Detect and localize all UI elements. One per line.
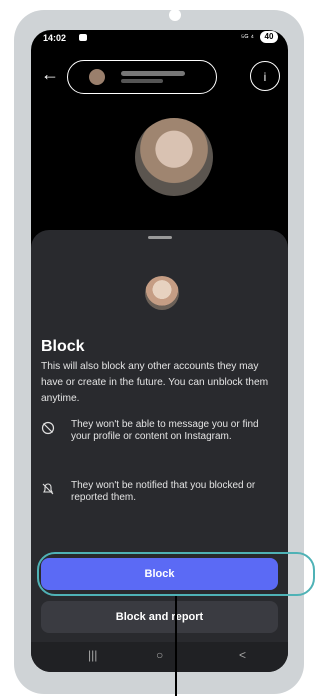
profile-chip[interactable]	[67, 60, 217, 94]
status-time: 14:02	[43, 33, 67, 43]
block-info-item: They won't be notified that you blocked …	[41, 480, 281, 510]
notification-icon	[79, 34, 87, 41]
no-message-icon	[41, 421, 59, 438]
chip-name-redacted	[121, 71, 185, 76]
block-info-text: They won't be notified that you blocked …	[71, 480, 256, 503]
block-info-text: They won't be able to message you or fin…	[71, 419, 259, 442]
block-button-highlight	[37, 552, 315, 596]
home-icon[interactable]: ○	[156, 648, 163, 662]
profile-picture	[135, 118, 213, 196]
sheet-handle[interactable]	[148, 236, 172, 239]
sheet-title: Block	[41, 338, 85, 356]
no-bell-icon	[41, 482, 59, 499]
camera-dot	[169, 9, 181, 21]
block-sheet: Block This will also block any other acc…	[31, 230, 288, 672]
signal-indicator: ⁵ᴳ ⁴	[241, 33, 254, 42]
sheet-avatar	[145, 276, 179, 310]
android-nav-bar: ||| ○ <	[31, 642, 288, 672]
back-arrow-icon[interactable]: ←	[41, 64, 59, 85]
info-icon[interactable]: i	[250, 61, 280, 91]
block-info-item: They won't be able to message you or fin…	[41, 419, 281, 459]
status-bar: 14:02 ⁵ᴳ ⁴ 40	[31, 30, 288, 46]
back-icon[interactable]: <	[239, 648, 246, 662]
top-bar: ← i	[31, 56, 288, 100]
block-and-report-button[interactable]: Block and report	[41, 601, 278, 633]
chip-avatar	[89, 69, 105, 85]
sheet-description: This will also block any other accounts …	[41, 361, 269, 404]
sheet-title-text: Block	[41, 338, 85, 355]
chip-sub-redacted	[121, 79, 163, 83]
battery-icon: 40	[260, 31, 278, 43]
recent-apps-icon[interactable]: |||	[88, 648, 97, 662]
callout-pointer-line	[175, 596, 177, 696]
